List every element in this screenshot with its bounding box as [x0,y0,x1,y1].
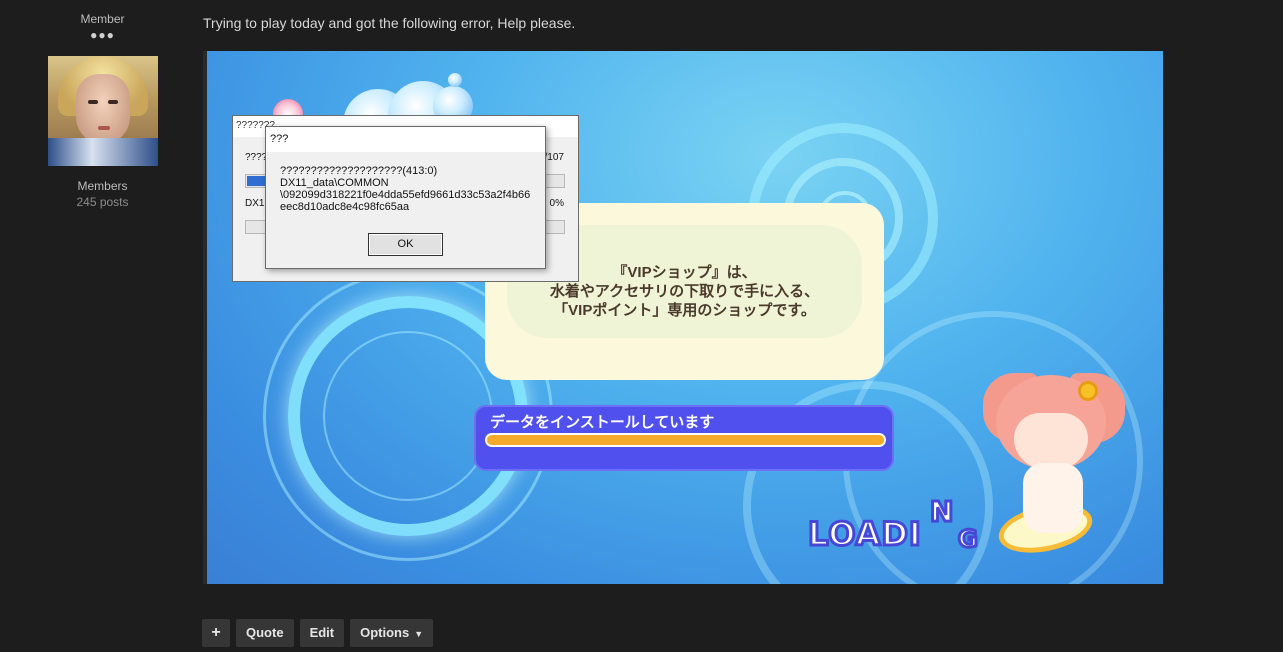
download-row1-count: /107 [544,152,564,163]
post-actions: + Quote Edit Options ▼ [202,619,434,647]
error-message: ????????????????????(413:0) DX11_data\CO… [280,165,540,213]
download-row2-label: DX1 [245,198,265,209]
loading-letter-g: G [957,524,980,555]
member-group: Members [77,179,128,193]
tip-line-2: 水着やアクセサリの下取りで手に入る、 [549,283,820,300]
options-label: Options [360,625,410,640]
reputation-plus-button[interactable]: + [202,619,230,647]
error-dialog: ??? ????????????????????(413:0) DX11_dat… [265,126,546,269]
avatar[interactable] [48,56,158,166]
loading-text: LOADI N G [807,494,980,555]
quote-button[interactable]: Quote [236,619,294,647]
install-progress-fill [487,435,884,445]
decor-ring [323,331,493,501]
decor-bubble [448,73,462,87]
error-message-line-1: ????????????????????(413:0) [280,165,438,177]
loading-letter-n: N [928,494,955,530]
tip-line-3: 「VIPポイント」専用のショップです。 [553,302,816,319]
download-row2-percent: 0% [549,198,564,209]
post-count: 245 posts [76,195,129,209]
error-dialog-title: ??? [266,127,545,152]
edit-button[interactable]: Edit [299,619,345,647]
error-message-line-2: DX11_data\COMMON [280,177,389,189]
download-row1-label: ???? [245,152,268,163]
chibi-character [978,363,1128,553]
loading-word: LOADI [807,514,923,555]
ok-button[interactable]: OK [368,233,443,256]
install-progress-label: データをインストールしています [490,414,715,431]
author-info: Member ●●● [40,12,165,42]
options-button[interactable]: Options ▼ [350,619,434,647]
install-progress-track [485,433,886,447]
install-progress-panel: データをインストールしています [474,405,894,471]
screenshot-edge [203,51,207,584]
error-message-line-4: eec8d10adc8e4c98fc65aa [280,201,410,213]
member-rank: Member [80,12,125,26]
attached-screenshot[interactable]: 『VIPショップ』は、 水着やアクセサリの下取りで手に入る、 「VIPポイント」… [203,51,1163,584]
rank-pips: ●●● [90,28,115,42]
error-message-line-3: \092099d318221f0e4dda55efd9661d33c53a2f4… [280,189,531,201]
caret-down-icon: ▼ [414,629,424,639]
post-body-text: Trying to play today and got the followi… [203,15,576,31]
author-meta: Members 245 posts [40,179,165,209]
